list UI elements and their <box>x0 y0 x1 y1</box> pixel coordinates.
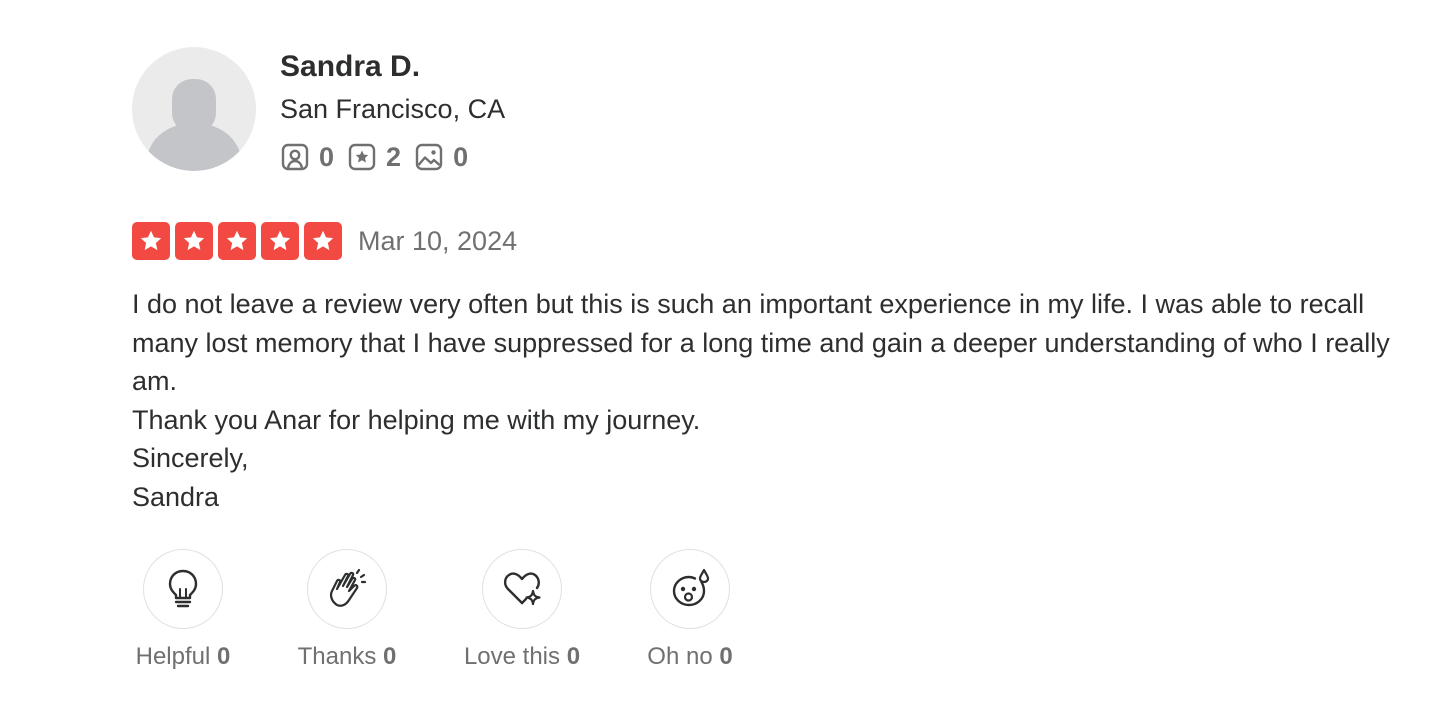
thanks-label: Thanks 0 <box>297 643 397 670</box>
review-paragraph: Sandra <box>132 481 220 512</box>
love-this-reaction[interactable]: Love this 0 <box>460 549 584 671</box>
review-text: I do not leave a review very often but t… <box>132 285 1422 517</box>
friends-icon <box>281 143 309 171</box>
reviewer-stats: 0 2 0 <box>281 141 482 173</box>
photos-count: 0 <box>453 141 469 172</box>
reviews-count: 2 <box>386 141 402 172</box>
friends-count: 0 <box>319 141 335 172</box>
reviewer-name[interactable]: Sandra D. <box>280 50 420 84</box>
review-paragraph: Thank you Anar for helping me with my jo… <box>132 404 701 435</box>
oh-no-button[interactable] <box>650 549 730 629</box>
photos-icon <box>415 143 443 171</box>
heart-sparkle-icon <box>503 572 541 606</box>
helpful-reaction[interactable]: Helpful 0 <box>132 549 234 671</box>
helpful-count: 0 <box>217 643 231 670</box>
lightbulb-icon <box>168 569 198 608</box>
star-icon <box>312 230 334 251</box>
star-icon <box>183 230 205 251</box>
thanks-button[interactable] <box>307 549 387 629</box>
reviews-star-icon <box>348 143 376 171</box>
thanks-reaction[interactable]: Thanks 0 <box>296 549 398 671</box>
friends-stat: 0 <box>281 142 334 173</box>
love-this-count: 0 <box>566 643 581 670</box>
helpful-button[interactable] <box>143 549 223 629</box>
reviews-stat: 2 <box>348 142 401 173</box>
review-paragraph: I do not leave a review very often but t… <box>132 289 1390 397</box>
rating-star-box <box>218 222 256 260</box>
star-rating <box>132 222 347 260</box>
love-this-label: Love this 0 <box>463 643 581 670</box>
oh-no-label: Oh no 0 <box>647 643 733 670</box>
surprised-face-icon <box>672 568 710 607</box>
reviewer-location: San Francisco, CA <box>280 94 506 124</box>
review-date: Mar 10, 2024 <box>358 226 518 256</box>
love-this-button[interactable] <box>482 549 562 629</box>
star-icon <box>140 230 162 251</box>
rating-star-box <box>132 222 170 260</box>
star-icon <box>269 230 291 251</box>
default-user-icon <box>148 79 240 171</box>
rating-star-box <box>304 222 342 260</box>
helpful-label: Helpful 0 <box>135 643 231 670</box>
clapping-hands-icon <box>329 568 367 607</box>
photos-stat: 0 <box>415 142 468 173</box>
oh-no-reaction[interactable]: Oh no 0 <box>644 549 736 671</box>
review-paragraph: Sincerely, <box>132 443 249 474</box>
avatar[interactable] <box>132 47 256 171</box>
rating-star-box <box>261 222 299 260</box>
rating-star-box <box>175 222 213 260</box>
oh-no-count: 0 <box>719 643 733 670</box>
star-icon <box>226 230 248 251</box>
thanks-count: 0 <box>383 643 397 670</box>
